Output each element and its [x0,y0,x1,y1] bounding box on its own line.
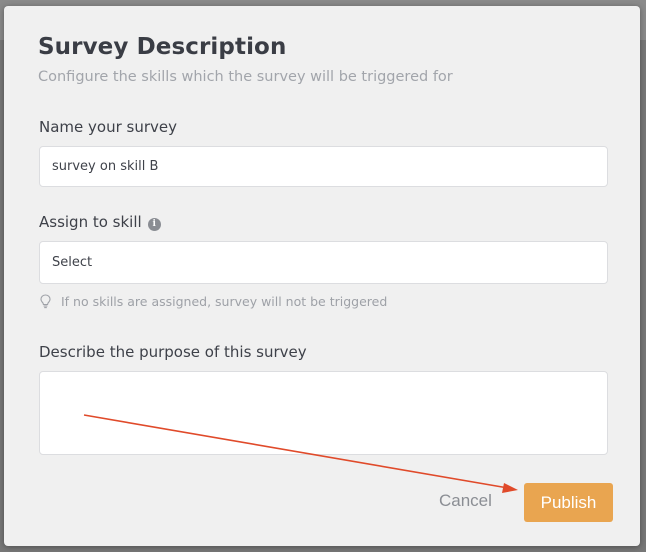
assign-skill-label-row: Assign to skill i [39,213,161,231]
cancel-button[interactable]: Cancel [439,491,492,511]
dialog-subtitle: Configure the skills which the survey wi… [38,69,453,85]
survey-purpose-label: Describe the purpose of this survey [39,343,307,361]
skill-hint-text: If no skills are assigned, survey will n… [61,294,388,309]
assign-skill-label: Assign to skill [39,213,142,231]
skill-select-dropdown[interactable]: Select [39,241,608,284]
lightbulb-icon [40,294,51,309]
survey-name-label: Name your survey [39,118,177,136]
survey-description-dialog: Survey Description Configure the skills … [4,6,640,546]
publish-button[interactable]: Publish [524,483,613,522]
survey-purpose-textarea[interactable] [39,371,608,455]
skill-hint: If no skills are assigned, survey will n… [40,294,387,309]
info-icon[interactable]: i [147,218,161,231]
dialog-title: Survey Description [38,34,287,60]
survey-name-input[interactable]: survey on skill B [39,146,608,187]
